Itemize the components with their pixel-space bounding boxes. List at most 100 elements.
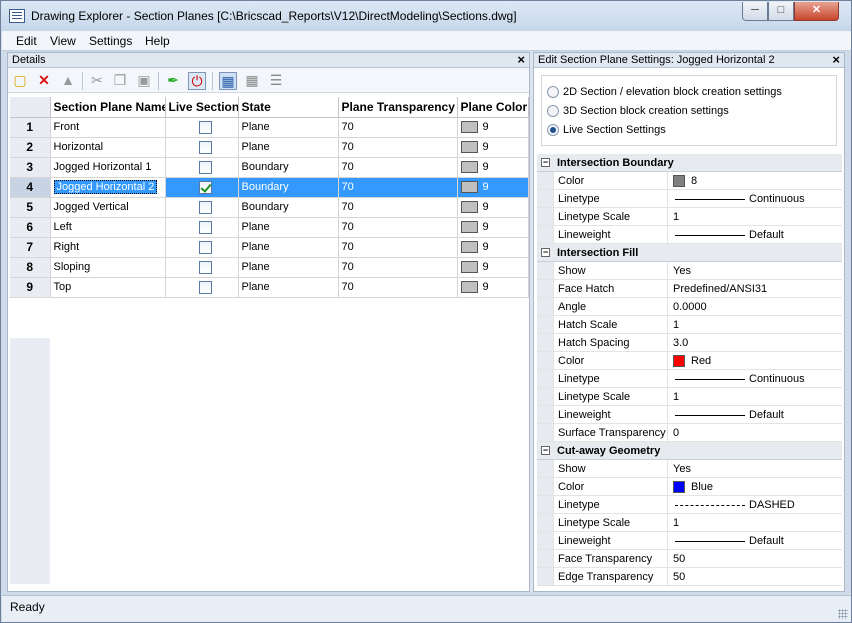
plane-name-cell[interactable]: Right	[50, 237, 166, 258]
property-value[interactable]: Continuous	[673, 190, 841, 208]
property-row[interactable]: Lineweight Default	[537, 226, 842, 244]
live-section-checkbox[interactable]	[198, 260, 212, 274]
property-row[interactable]: Face Hatch Predefined/ANSI31	[537, 280, 842, 298]
row-number[interactable]: 2	[10, 137, 51, 158]
col-header-color[interactable]: Plane Color	[457, 97, 529, 118]
plane-color-cell[interactable]: 9	[457, 197, 529, 218]
grid-view-icon[interactable]: ▦	[243, 72, 261, 90]
table-row[interactable]: 4 Jogged Horizontal 2 Boundary 70 9	[10, 177, 529, 198]
row-number[interactable]: 8	[10, 257, 51, 278]
title-bar[interactable]: Drawing Explorer - Section Planes [C:\Br…	[1, 1, 851, 31]
property-value[interactable]: 1	[673, 514, 841, 532]
transparency-cell[interactable]: 70	[338, 277, 458, 298]
menu-view[interactable]: View	[50, 34, 76, 48]
col-header-live[interactable]: Live Section	[165, 97, 239, 118]
plane-color-cell[interactable]: 9	[457, 177, 529, 198]
property-value[interactable]: DASHED	[673, 496, 841, 514]
plane-name-cell[interactable]: Left	[50, 217, 166, 238]
state-cell[interactable]: Plane	[238, 137, 339, 158]
live-section-cell[interactable]	[165, 277, 239, 298]
live-section-cell[interactable]	[165, 157, 239, 178]
plane-name-cell[interactable]: Sloping	[50, 257, 166, 278]
property-value[interactable]: 1	[673, 388, 841, 406]
section-header[interactable]: − Intersection Fill	[537, 244, 842, 262]
table-row[interactable]: 8 Sloping Plane 70 9	[10, 257, 529, 278]
cut-icon[interactable]: ✂	[88, 72, 106, 90]
radio-2d-section[interactable]: 2D Section / elevation block creation se…	[547, 86, 782, 99]
plane-name-cell[interactable]: Horizontal	[50, 137, 166, 158]
plane-color-cell[interactable]: 9	[457, 157, 529, 178]
row-number[interactable]: 1	[10, 117, 51, 138]
property-row[interactable]: Linetype Scale 1	[537, 514, 842, 532]
col-header-transparency[interactable]: Plane Transparency	[338, 97, 458, 118]
menu-edit[interactable]: Edit	[16, 34, 37, 48]
live-section-icon[interactable]: ⏻	[188, 72, 206, 90]
state-cell[interactable]: Boundary	[238, 157, 339, 178]
live-section-cell[interactable]	[165, 177, 239, 198]
plane-name-cell[interactable]: Top	[50, 277, 166, 298]
property-row[interactable]: Surface Transparency 0	[537, 424, 842, 442]
table-row[interactable]: 9 Top Plane 70 9	[10, 277, 529, 298]
plane-color-cell[interactable]: 9	[457, 217, 529, 238]
delete-icon[interactable]: ✕	[35, 72, 53, 90]
property-row[interactable]: Linetype Continuous	[537, 370, 842, 388]
live-section-cell[interactable]	[165, 117, 239, 138]
property-value[interactable]: Default	[673, 532, 841, 550]
copy-icon[interactable]: ❐	[111, 72, 129, 90]
table-row[interactable]: 1 Front Plane 70 9	[10, 117, 529, 138]
state-cell[interactable]: Boundary	[238, 197, 339, 218]
close-button[interactable]: ✕	[794, 2, 839, 21]
table-row[interactable]: 6 Left Plane 70 9	[10, 217, 529, 238]
purge-icon[interactable]: ▲	[59, 72, 77, 90]
radio-3d-section[interactable]: 3D Section block creation settings	[547, 105, 729, 118]
row-number[interactable]: 9	[10, 277, 51, 298]
property-row[interactable]: Show Yes	[537, 262, 842, 280]
radio-dot-selected-icon[interactable]	[547, 124, 559, 137]
plane-name-cell[interactable]: Jogged Vertical	[50, 197, 166, 218]
state-cell[interactable]: Plane	[238, 277, 339, 298]
collapse-icon[interactable]: −	[541, 248, 550, 257]
plane-color-cell[interactable]: 9	[457, 277, 529, 298]
collapse-icon[interactable]: −	[541, 446, 550, 455]
settings-close-icon[interactable]: ×	[832, 53, 840, 67]
radio-live-section[interactable]: Live Section Settings	[547, 124, 666, 137]
property-value[interactable]: Blue	[673, 478, 841, 496]
state-cell[interactable]: Plane	[238, 117, 339, 138]
property-value[interactable]: 3.0	[673, 334, 841, 352]
property-row[interactable]: Edge Transparency 50	[537, 568, 842, 586]
property-row[interactable]: Hatch Spacing 3.0	[537, 334, 842, 352]
live-section-checkbox[interactable]	[198, 240, 212, 254]
property-value[interactable]: Yes	[673, 460, 841, 478]
live-section-cell[interactable]	[165, 137, 239, 158]
section-header[interactable]: − Intersection Boundary	[537, 154, 842, 172]
new-icon[interactable]: ▢	[11, 72, 29, 90]
details-close-icon[interactable]: ×	[517, 53, 525, 67]
property-row[interactable]: Show Yes	[537, 460, 842, 478]
table-view-icon[interactable]: ▦	[219, 72, 237, 90]
collapse-icon[interactable]: −	[541, 158, 550, 167]
radio-dot-icon[interactable]	[547, 105, 559, 118]
radio-dot-icon[interactable]	[547, 86, 559, 99]
resize-grip-icon[interactable]	[838, 609, 848, 619]
table-row[interactable]: 2 Horizontal Plane 70 9	[10, 137, 529, 158]
row-number[interactable]: 7	[10, 237, 51, 258]
plane-color-cell[interactable]: 9	[457, 117, 529, 138]
live-section-checkbox[interactable]	[198, 200, 212, 214]
property-row[interactable]: Linetype DASHED	[537, 496, 842, 514]
col-header-state[interactable]: State	[238, 97, 339, 118]
property-value[interactable]: 8	[673, 172, 841, 190]
plane-color-cell[interactable]: 9	[457, 257, 529, 278]
property-row[interactable]: Lineweight Default	[537, 532, 842, 550]
property-value[interactable]: Yes	[673, 262, 841, 280]
property-row[interactable]: Face Transparency 50	[537, 550, 842, 568]
transparency-cell[interactable]: 70	[338, 257, 458, 278]
section-header[interactable]: − Cut-away Geometry	[537, 442, 842, 460]
table-row[interactable]: 3 Jogged Horizontal 1 Boundary 70 9	[10, 157, 529, 178]
property-value[interactable]: Continuous	[673, 370, 841, 388]
table-row[interactable]: 5 Jogged Vertical Boundary 70 9	[10, 197, 529, 218]
paste-icon[interactable]: ▣	[135, 72, 153, 90]
property-value[interactable]: 0	[673, 424, 841, 442]
minimize-button[interactable]: ─	[742, 2, 768, 21]
live-section-checkbox[interactable]	[198, 120, 212, 134]
property-value[interactable]: 0.0000	[673, 298, 841, 316]
